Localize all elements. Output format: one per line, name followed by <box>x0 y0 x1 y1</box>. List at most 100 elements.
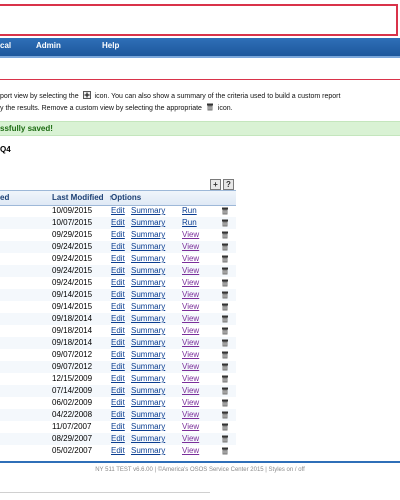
edit-link[interactable]: Edit <box>111 362 125 371</box>
summary-link[interactable]: Summary <box>131 350 165 359</box>
delete-view-icon[interactable] <box>221 231 229 239</box>
edit-link[interactable]: Edit <box>111 386 125 395</box>
view-link[interactable]: View <box>182 278 199 287</box>
edit-link[interactable]: Edit <box>111 434 125 443</box>
view-link[interactable]: View <box>182 434 199 443</box>
view-link[interactable]: View <box>182 266 199 275</box>
delete-view-icon[interactable] <box>221 255 229 263</box>
delete-view-icon[interactable] <box>221 243 229 251</box>
view-link[interactable]: View <box>182 338 199 347</box>
edit-link[interactable]: Edit <box>111 398 125 407</box>
view-link[interactable]: View <box>182 254 199 263</box>
view-link[interactable]: View <box>182 290 199 299</box>
delete-view-icon[interactable] <box>221 399 229 407</box>
delete-view-icon[interactable] <box>221 363 229 371</box>
delete-view-icon[interactable] <box>221 447 229 455</box>
view-link[interactable]: View <box>182 302 199 311</box>
view-link[interactable]: View <box>182 362 199 371</box>
help-icon[interactable]: ? <box>223 179 234 190</box>
edit-link[interactable]: Edit <box>111 266 125 275</box>
success-banner: ssfully saved! <box>0 121 400 136</box>
summary-link[interactable]: Summary <box>131 254 165 263</box>
summary-link[interactable]: Summary <box>131 386 165 395</box>
edit-link[interactable]: Edit <box>111 254 125 263</box>
delete-view-icon[interactable] <box>221 219 229 227</box>
edit-link[interactable]: Edit <box>111 326 125 335</box>
edit-link[interactable]: Edit <box>111 338 125 347</box>
delete-view-icon[interactable] <box>221 351 229 359</box>
summary-link[interactable]: Summary <box>131 206 165 215</box>
view-link[interactable]: View <box>182 410 199 419</box>
summary-link[interactable]: Summary <box>131 326 165 335</box>
edit-link[interactable]: Edit <box>111 206 125 215</box>
last-modified-cell: 09/18/2014 <box>52 314 93 323</box>
edit-link[interactable]: Edit <box>111 410 125 419</box>
last-modified-cell: 07/14/2009 <box>52 386 93 395</box>
summary-link[interactable]: Summary <box>131 338 165 347</box>
summary-link[interactable]: Summary <box>131 362 165 371</box>
horizontal-scrollbar[interactable] <box>0 492 210 493</box>
delete-view-icon[interactable] <box>221 315 229 323</box>
table-row: 07/14/2009 Edit Summary View <box>0 385 236 397</box>
nav-item-help[interactable]: Help <box>102 41 119 50</box>
view-link[interactable]: View <box>182 374 199 383</box>
delete-view-icon[interactable] <box>221 339 229 347</box>
summary-link[interactable]: Summary <box>131 218 165 227</box>
summary-link[interactable]: Summary <box>131 446 165 455</box>
delete-view-icon[interactable] <box>221 435 229 443</box>
view-link[interactable]: View <box>182 314 199 323</box>
edit-link[interactable]: Edit <box>111 422 125 431</box>
edit-link[interactable]: Edit <box>111 230 125 239</box>
view-link[interactable]: View <box>182 350 199 359</box>
delete-view-icon[interactable] <box>221 303 229 311</box>
nav-item-admin[interactable]: Admin <box>36 41 61 50</box>
delete-view-icon[interactable] <box>221 411 229 419</box>
run-link[interactable]: Run <box>182 206 197 215</box>
view-link[interactable]: View <box>182 446 199 455</box>
view-link[interactable]: View <box>182 230 199 239</box>
help-text-segment: icon. You can also show a summary of the… <box>94 93 341 100</box>
delete-view-icon[interactable] <box>221 387 229 395</box>
delete-view-icon[interactable] <box>221 291 229 299</box>
last-modified-cell: 09/24/2015 <box>52 242 93 251</box>
summary-link[interactable]: Summary <box>131 374 165 383</box>
delete-view-icon[interactable] <box>221 267 229 275</box>
summary-link[interactable]: Summary <box>131 398 165 407</box>
run-link[interactable]: Run <box>182 218 197 227</box>
edit-link[interactable]: Edit <box>111 374 125 383</box>
column-header-partial[interactable]: ed <box>0 193 9 202</box>
summary-link[interactable]: Summary <box>131 314 165 323</box>
add-column-icon[interactable]: + <box>210 179 221 190</box>
summary-link[interactable]: Summary <box>131 230 165 239</box>
nav-item-partial[interactable]: cal <box>0 41 11 50</box>
edit-link[interactable]: Edit <box>111 242 125 251</box>
grid-tools: + ? <box>210 179 234 190</box>
edit-link[interactable]: Edit <box>111 446 125 455</box>
edit-link[interactable]: Edit <box>111 218 125 227</box>
view-link[interactable]: View <box>182 242 199 251</box>
edit-link[interactable]: Edit <box>111 350 125 359</box>
summary-link[interactable]: Summary <box>131 434 165 443</box>
summary-link[interactable]: Summary <box>131 242 165 251</box>
column-header-last-modified[interactable]: Last Modified ↑ <box>52 193 113 202</box>
delete-view-icon[interactable] <box>221 207 229 215</box>
delete-view-icon[interactable] <box>221 279 229 287</box>
view-link[interactable]: View <box>182 386 199 395</box>
summary-link[interactable]: Summary <box>131 302 165 311</box>
delete-view-icon[interactable] <box>221 375 229 383</box>
view-link[interactable]: View <box>182 422 199 431</box>
delete-view-icon[interactable] <box>221 327 229 335</box>
delete-view-icon <box>206 103 213 111</box>
edit-link[interactable]: Edit <box>111 278 125 287</box>
summary-link[interactable]: Summary <box>131 266 165 275</box>
edit-link[interactable]: Edit <box>111 314 125 323</box>
view-link[interactable]: View <box>182 326 199 335</box>
summary-link[interactable]: Summary <box>131 278 165 287</box>
view-link[interactable]: View <box>182 398 199 407</box>
summary-link[interactable]: Summary <box>131 410 165 419</box>
summary-link[interactable]: Summary <box>131 422 165 431</box>
delete-view-icon[interactable] <box>221 423 229 431</box>
summary-link[interactable]: Summary <box>131 290 165 299</box>
edit-link[interactable]: Edit <box>111 290 125 299</box>
edit-link[interactable]: Edit <box>111 302 125 311</box>
